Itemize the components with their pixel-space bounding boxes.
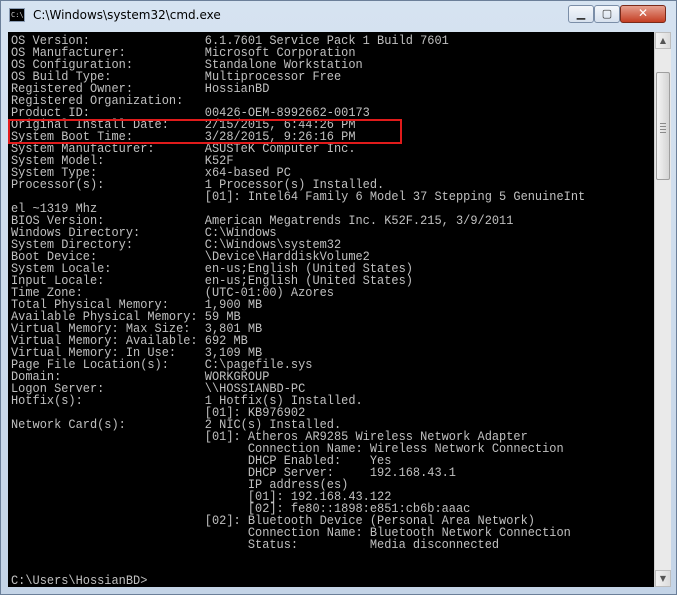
close-icon: ✕ xyxy=(637,6,649,20)
maximize-button[interactable]: ▢ xyxy=(594,5,620,23)
scroll-up-button[interactable]: ▲ xyxy=(655,32,671,49)
command-prompt: C:\Users\HossianBD> xyxy=(11,573,148,587)
window-title: C:\Windows\system32\cmd.exe xyxy=(33,8,221,22)
scroll-down-button[interactable]: ▼ xyxy=(655,570,671,587)
title-bar[interactable]: C:\ C:\Windows\system32\cmd.exe ▁ ▢ ✕ xyxy=(1,1,676,31)
console-lines: OS Version: 6.1.7601 Service Pack 1 Buil… xyxy=(11,34,585,587)
cmd-window: C:\ C:\Windows\system32\cmd.exe ▁ ▢ ✕ OS… xyxy=(0,0,677,595)
scroll-down-arrow-icon: ▼ xyxy=(659,574,667,583)
minimize-icon: ▁ xyxy=(576,7,586,20)
maximize-icon: ▢ xyxy=(601,7,613,20)
close-button[interactable]: ✕ xyxy=(620,5,666,23)
vertical-scrollbar[interactable]: ▲ ▼ xyxy=(654,32,671,587)
highlight-box xyxy=(8,119,402,144)
grip-icon xyxy=(660,123,666,124)
scroll-up-arrow-icon: ▲ xyxy=(659,36,667,45)
console-line: Status: Media disconnected xyxy=(11,537,500,552)
console-output[interactable]: OS Version: 6.1.7601 Service Pack 1 Buil… xyxy=(8,32,654,587)
cmd-icon[interactable]: C:\ xyxy=(9,8,25,22)
scroll-thumb[interactable] xyxy=(656,72,670,180)
minimize-button[interactable]: ▁ xyxy=(568,5,594,23)
